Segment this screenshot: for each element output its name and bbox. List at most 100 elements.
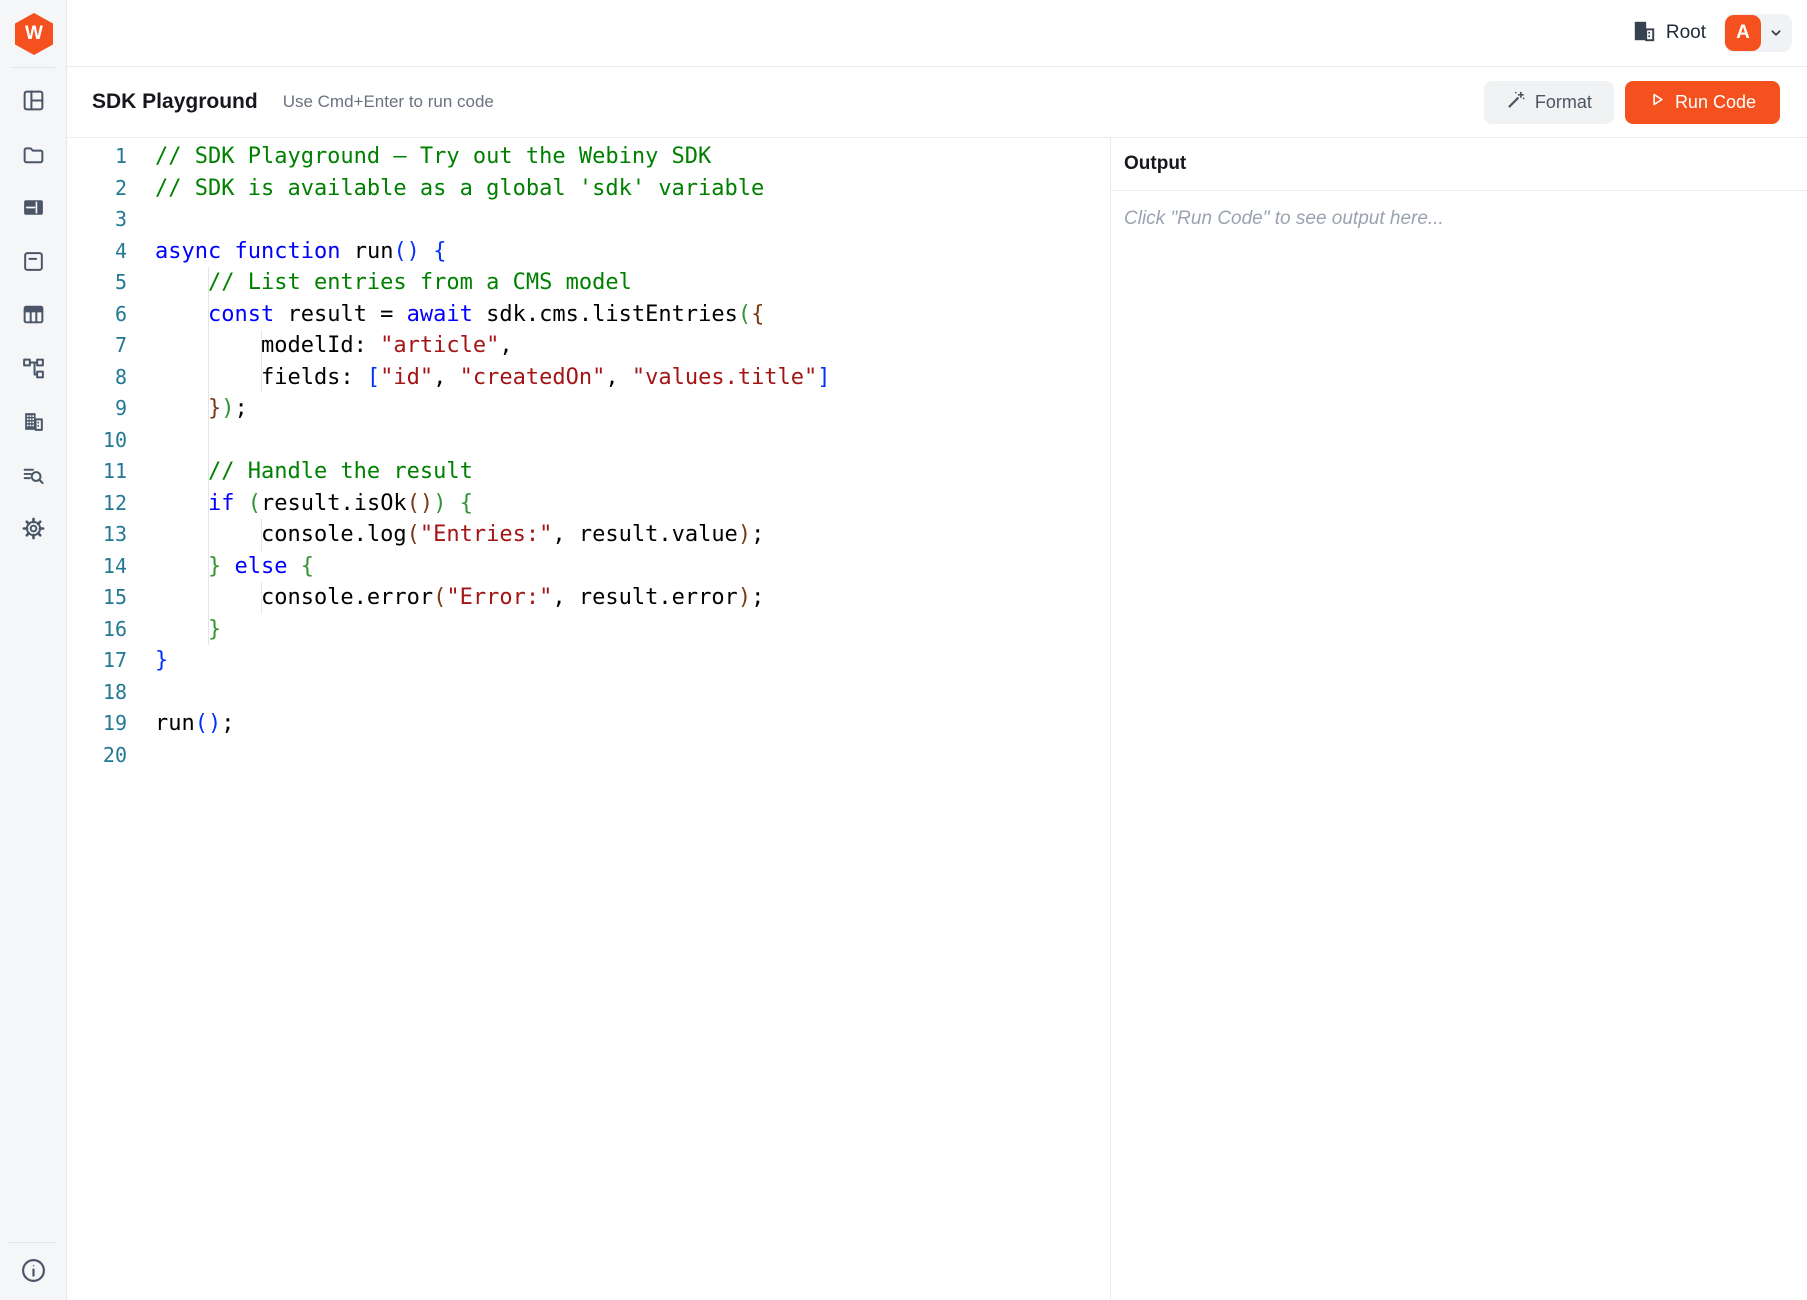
indent-guide xyxy=(261,519,262,551)
line-number: 14 xyxy=(67,551,133,583)
run-hint: Use Cmd+Enter to run code xyxy=(283,92,494,112)
code-line[interactable]: 12 if (result.isOk()) { xyxy=(67,488,1110,520)
sidebar-item-form[interactable] xyxy=(21,249,46,274)
code-line-text xyxy=(133,740,155,772)
code-line-text: // SDK is available as a global 'sdk' va… xyxy=(133,173,764,205)
info-icon xyxy=(19,1272,48,1289)
code-line-text: // SDK Playground – Try out the Webiny S… xyxy=(133,141,711,173)
sidebar-item-folder[interactable] xyxy=(21,142,46,167)
output-placeholder: Click "Run Code" to see output here... xyxy=(1124,208,1444,229)
page-header: SDK Playground Use Cmd+Enter to run code… xyxy=(67,67,1807,138)
code-line-text: } xyxy=(133,645,168,677)
code-line-text: console.error("Error:", result.error); xyxy=(133,582,764,614)
line-number: 2 xyxy=(67,173,133,205)
webiny-logo[interactable]: W xyxy=(15,13,53,55)
magic-wand-icon xyxy=(1506,90,1526,115)
code-line[interactable]: 11 // Handle the result xyxy=(67,456,1110,488)
audit-search-icon xyxy=(21,475,46,492)
run-code-button[interactable]: Run Code xyxy=(1625,81,1780,124)
code-line[interactable]: 13 console.log("Entries:", result.value)… xyxy=(67,519,1110,551)
indent-guide xyxy=(261,330,262,393)
tenant-building-icon xyxy=(1631,18,1657,49)
sidebar-divider-top xyxy=(12,67,55,68)
code-line-text: const result = await sdk.cms.listEntries… xyxy=(133,299,764,331)
sidebar-item-settings[interactable] xyxy=(21,516,46,541)
sidebar-item-audit-search[interactable] xyxy=(21,463,46,488)
page-builder-icon xyxy=(21,207,46,224)
code-line-text: console.log("Entries:", result.value); xyxy=(133,519,764,551)
format-button[interactable]: Format xyxy=(1484,81,1614,124)
line-number: 5 xyxy=(67,267,133,299)
chevron-down-icon xyxy=(1761,24,1791,42)
line-number: 13 xyxy=(67,519,133,551)
code-line[interactable]: 1// SDK Playground – Try out the Webiny … xyxy=(67,141,1110,173)
code-line-text xyxy=(133,425,155,457)
code-line[interactable]: 15 console.error("Error:", result.error)… xyxy=(67,582,1110,614)
play-icon xyxy=(1649,91,1666,113)
code-line[interactable]: 9 }); xyxy=(67,393,1110,425)
code-line-text: async function run() { xyxy=(133,236,446,268)
line-number: 7 xyxy=(67,330,133,362)
code-line-text: run(); xyxy=(133,708,235,740)
code-line[interactable]: 14 } else { xyxy=(67,551,1110,583)
settings-icon xyxy=(21,528,46,545)
line-number: 9 xyxy=(67,393,133,425)
line-number: 1 xyxy=(67,141,133,173)
form-icon xyxy=(21,261,46,278)
code-line[interactable]: 8 fields: ["id", "createdOn", "values.ti… xyxy=(67,362,1110,394)
line-number: 18 xyxy=(67,677,133,709)
account-menu[interactable]: A xyxy=(1724,14,1792,52)
run-code-button-label: Run Code xyxy=(1675,92,1756,113)
code-line-text: // Handle the result xyxy=(133,456,473,488)
tenant-building-icon xyxy=(21,421,46,438)
line-number: 8 xyxy=(67,362,133,394)
sidebar-item-table[interactable] xyxy=(21,302,46,327)
table-icon xyxy=(21,314,46,331)
code-line[interactable]: 6 const result = await sdk.cms.listEntri… xyxy=(67,299,1110,331)
sidebar-item-page-builder[interactable] xyxy=(21,195,46,220)
line-number: 4 xyxy=(67,236,133,268)
code-line[interactable]: 3 xyxy=(67,204,1110,236)
sidebar: W xyxy=(0,0,67,1300)
sidebar-divider-bottom xyxy=(8,1242,55,1243)
sidebar-item-tenant-building[interactable] xyxy=(21,409,46,434)
code-line[interactable]: 16 } xyxy=(67,614,1110,646)
sidebar-item-info[interactable] xyxy=(19,1256,48,1285)
code-line-text: } else { xyxy=(133,551,314,583)
code-line[interactable]: 7 modelId: "article", xyxy=(67,330,1110,362)
code-line[interactable]: 17} xyxy=(67,645,1110,677)
output-title: Output xyxy=(1124,153,1186,175)
dashboard-layout-icon xyxy=(21,100,46,117)
sidebar-item-workflow[interactable] xyxy=(21,356,46,381)
line-number: 19 xyxy=(67,708,133,740)
code-editor[interactable]: 1// SDK Playground – Try out the Webiny … xyxy=(67,138,1110,1300)
code-line[interactable]: 19run(); xyxy=(67,708,1110,740)
line-number: 6 xyxy=(67,299,133,331)
code-lines: 1// SDK Playground – Try out the Webiny … xyxy=(67,141,1110,771)
code-line[interactable]: 4async function run() { xyxy=(67,236,1110,268)
line-number: 12 xyxy=(67,488,133,520)
line-number: 11 xyxy=(67,456,133,488)
code-line[interactable]: 10 xyxy=(67,425,1110,457)
avatar: A xyxy=(1725,15,1761,51)
line-number: 17 xyxy=(67,645,133,677)
indent-guide xyxy=(261,582,262,614)
sidebar-item-dashboard-layout[interactable] xyxy=(21,88,46,113)
top-bar: Root A xyxy=(67,0,1807,67)
code-line[interactable]: 5 // List entries from a CMS model xyxy=(67,267,1110,299)
format-button-label: Format xyxy=(1535,92,1592,113)
page-title: SDK Playground xyxy=(92,90,258,114)
code-line-text: }); xyxy=(133,393,248,425)
folder-icon xyxy=(21,154,46,171)
code-line-text xyxy=(133,677,155,709)
code-line[interactable]: 20 xyxy=(67,740,1110,772)
webiny-logo-letter: W xyxy=(25,23,43,45)
code-line-text: if (result.isOk()) { xyxy=(133,488,473,520)
tenant-selector[interactable]: Root xyxy=(1631,18,1706,49)
code-line[interactable]: 2// SDK is available as a global 'sdk' v… xyxy=(67,173,1110,205)
line-number: 10 xyxy=(67,425,133,457)
line-number: 16 xyxy=(67,614,133,646)
indent-guide xyxy=(208,267,209,645)
code-line[interactable]: 18 xyxy=(67,677,1110,709)
line-number: 15 xyxy=(67,582,133,614)
